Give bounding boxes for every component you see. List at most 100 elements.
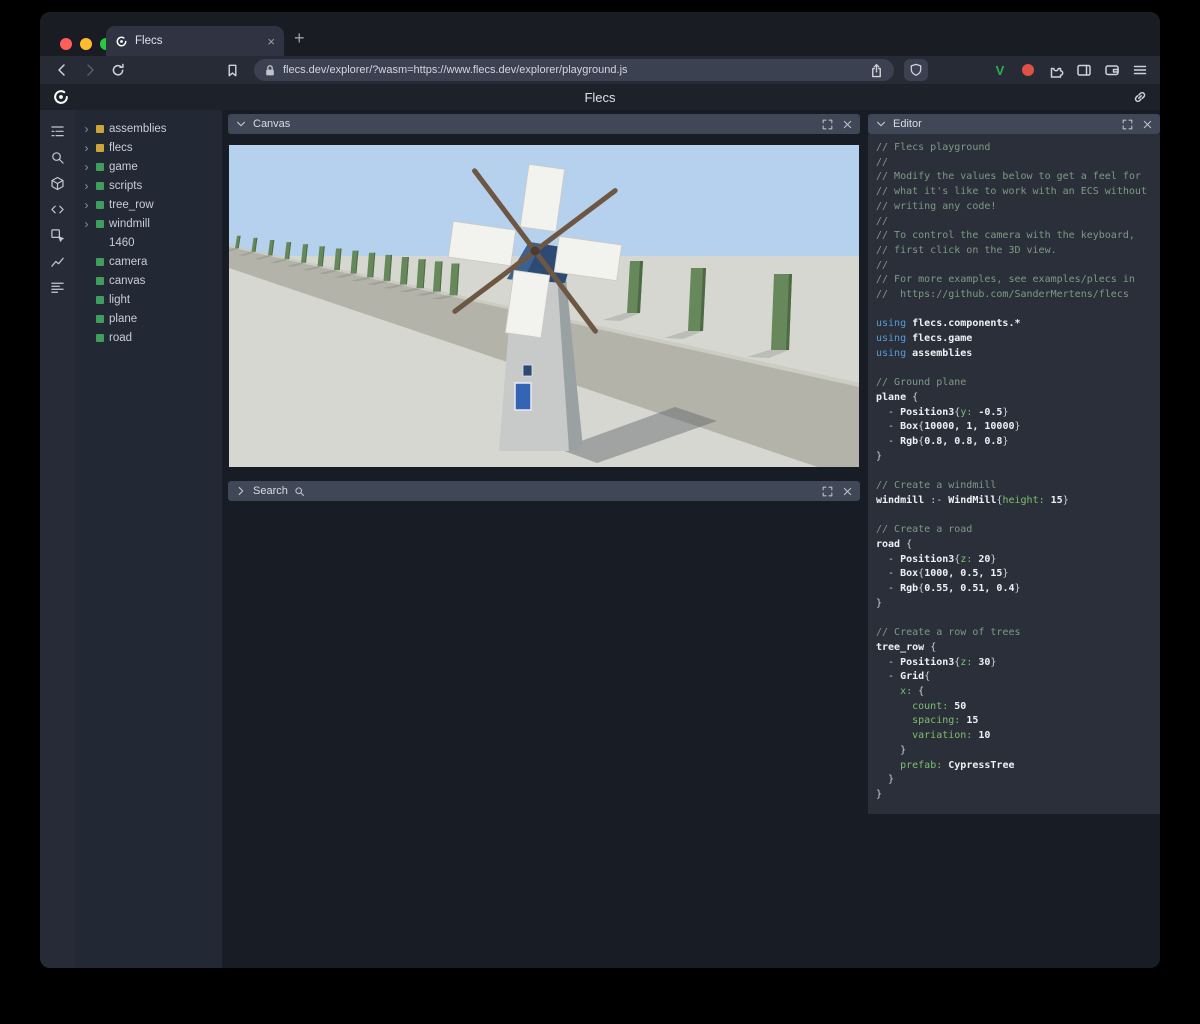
code-line: - Rgb{0.8, 0.8, 0.8} [876,436,1009,448]
tree-item-scripts[interactable]: › scripts [75,176,222,195]
chevron-right-icon[interactable]: › [82,160,91,174]
code-line: using flecs.game [876,333,973,345]
url-bar[interactable]: flecs.dev/explorer/?wasm=https://www.fle… [254,59,894,81]
new-tab-button[interactable]: + [294,28,305,49]
code-line: - Position3{y: -0.5} [876,406,1009,418]
rewards-extension-icon[interactable] [1018,59,1038,81]
wallet-icon[interactable] [1102,59,1122,81]
outliner-icon[interactable] [46,118,70,144]
back-button[interactable] [50,59,74,81]
toolbar-right-cluster: V [990,59,1150,81]
code-line: - Grid{ [876,671,931,683]
code-line: - Position3{z: 20} [876,553,997,565]
reload-button[interactable] [106,59,130,81]
chevron-down-icon[interactable] [875,118,887,130]
browser-tab-flecs[interactable]: Flecs × [106,26,284,56]
entity-color-square [96,200,104,209]
code-line: - Rgb{0.55, 0.51, 0.4} [876,583,1021,595]
app-header: Flecs [40,84,1160,110]
code-line: // [876,156,889,168]
puzzle-icon[interactable] [1046,59,1066,81]
tree-item-1460[interactable]: 1460 [75,233,222,252]
tree-item-label: camera [109,255,148,268]
tree-item-label: windmill [109,217,150,230]
code-line: // For more examples, see examples/plecs… [876,274,1135,286]
v-extension-icon[interactable]: V [990,59,1010,81]
tree-item-label: flecs [109,141,133,154]
bookmark-button[interactable] [220,59,244,81]
link-icon[interactable] [1132,89,1148,105]
forward-button[interactable] [78,59,102,81]
lock-icon [266,64,274,75]
close-icon[interactable] [1142,119,1153,130]
code-line: // first click on the 3D view. [876,244,1057,256]
expand-icon[interactable] [822,119,833,130]
code-icon[interactable] [46,196,70,222]
windmill-window [522,364,533,377]
tree-item-windmill[interactable]: › windmill [75,214,222,233]
search-icon [295,486,304,496]
tree-item-tree_row[interactable]: › tree_row [75,195,222,214]
chevron-right-icon[interactable]: › [82,141,91,155]
entity-color-square [96,219,104,228]
inspect-icon[interactable] [46,222,70,248]
tree-item-road[interactable]: road [75,328,222,347]
search-panel-header[interactable]: Search [228,481,860,501]
tree-item-label: plane [109,312,138,325]
code-editor[interactable]: // Flecs playground // // Modify the value… [868,134,1160,814]
brave-shields-button[interactable] [904,59,928,81]
code-line: using flecs.components.* [876,318,1021,330]
menu-icon[interactable] [1130,59,1150,81]
url-text[interactable]: flecs.dev/explorer/?wasm=https://www.fle… [283,64,862,76]
close-icon[interactable] [842,486,853,497]
entity-color-square [96,162,104,171]
expand-icon[interactable] [1122,119,1133,130]
share-icon[interactable] [869,63,884,78]
tree-item-canvas[interactable]: canvas [75,271,222,290]
minimize-window-button[interactable] [80,38,92,50]
tree-item-camera[interactable]: camera [75,252,222,271]
code-line: using assemblies [876,347,973,359]
close-window-button[interactable] [60,38,72,50]
entity-color-square [96,143,104,152]
tree-item-assemblies[interactable]: › assemblies [75,119,222,138]
code-line: // Create a road [876,524,973,536]
entity-color-spacer [96,239,104,247]
editor-panel-title: Editor [893,118,922,130]
entity-color-square [96,314,104,323]
code-line: variation: 10 [912,730,991,742]
chevron-right-icon[interactable] [235,485,247,497]
tree-item-flecs[interactable]: › flecs [75,138,222,157]
chevron-right-icon[interactable]: › [82,179,91,193]
search-icon[interactable] [46,144,70,170]
code-line: // what it's like to work with an ECS wi… [876,186,1147,198]
cube-icon[interactable] [46,170,70,196]
tree-item-game[interactable]: › game [75,157,222,176]
chevron-right-icon[interactable]: › [82,122,91,136]
chart-icon[interactable] [46,248,70,274]
chevron-right-icon[interactable]: › [82,217,91,231]
traffic-lights [60,38,112,50]
browser-titlebar: Flecs × + [40,12,1160,56]
chevron-down-icon[interactable] [235,118,247,130]
code-line: // https://github.com/SanderMertens/flec… [876,289,1129,301]
shield-icon [910,63,922,76]
code-line: plane { [876,391,919,403]
canvas-3d-view[interactable] [229,145,859,467]
close-icon[interactable] [842,119,853,130]
chevron-right-icon[interactable]: › [82,198,91,212]
content-area: Canvas Search Editor // Flecs playground… [222,110,1160,968]
tab-close-icon[interactable]: × [267,35,275,48]
editor-panel-header[interactable]: Editor [868,114,1160,134]
sidebar-icon[interactable] [1074,59,1094,81]
list-icon[interactable] [46,274,70,300]
tree-item-plane[interactable]: plane [75,309,222,328]
tree-item-light[interactable]: light [75,290,222,309]
entity-tree: › assemblies › flecs › game › scripts › tree_row ›… [75,110,222,968]
canvas-panel-header[interactable]: Canvas [228,114,860,134]
expand-icon[interactable] [822,486,833,497]
code-line: spacing: 15 [912,715,979,727]
